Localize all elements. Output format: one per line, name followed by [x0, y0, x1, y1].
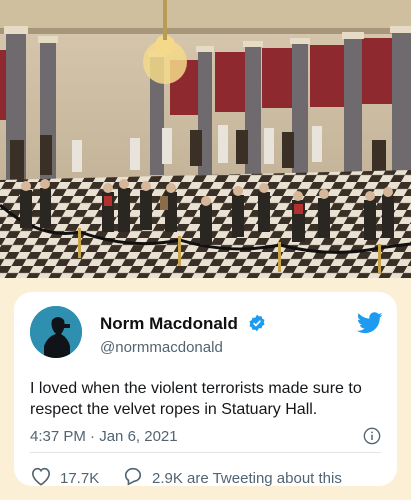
statuary-hall-photo — [0, 0, 411, 278]
handle[interactable]: @normmacdonald — [100, 339, 223, 356]
reply-bubble-icon — [122, 466, 152, 490]
info-icon[interactable] — [363, 427, 381, 450]
tweet-text: I loved when the violent terrorists made… — [30, 380, 362, 418]
display-name-text: Norm Macdonald — [100, 314, 238, 333]
twitter-bird-icon[interactable] — [356, 312, 383, 339]
avatar[interactable] — [30, 306, 82, 358]
time-text: 4:37 PM — [30, 428, 86, 445]
date-text: Jan 6, 2021 — [99, 428, 178, 445]
tweeting-count: 2.9K are Tweeting about this — [152, 469, 342, 487]
like-button[interactable]: 17.7K — [30, 466, 99, 490]
display-name[interactable]: Norm Macdonald — [100, 314, 266, 337]
reply-tweeting-button[interactable]: 2.9K are Tweeting about this — [122, 466, 342, 490]
divider — [30, 452, 381, 453]
like-count: 17.7K — [60, 469, 100, 487]
timestamp-separator: · — [85, 428, 100, 445]
tweet-card[interactable]: Norm Macdonald @normmacdonald I loved wh… — [14, 292, 397, 487]
verified-badge-icon — [248, 314, 266, 337]
tweet-panel: Norm Macdonald @normmacdonald I loved wh… — [0, 278, 411, 500]
heart-icon — [30, 466, 60, 490]
timestamp[interactable]: 4:37 PM · Jan 6, 2021 — [30, 428, 178, 445]
